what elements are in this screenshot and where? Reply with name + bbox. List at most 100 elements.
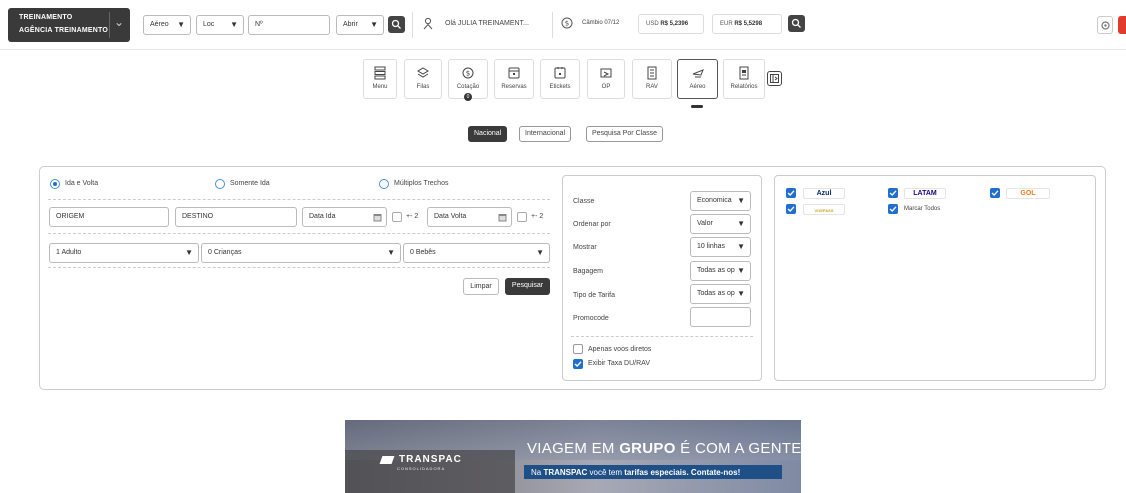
module-op[interactable]: OP	[587, 59, 625, 99]
svg-text:$: $	[466, 70, 470, 78]
trip-type-round-trip-radio[interactable]	[50, 179, 60, 189]
chevron-down-icon: ▼	[370, 20, 378, 29]
baggage-select[interactable]: Todas as op ▼	[690, 261, 751, 281]
module-menu[interactable]: Menu	[363, 59, 397, 99]
return-date-input[interactable]: Data Volta	[427, 207, 512, 227]
module-etickets[interactable]: Etickets	[540, 59, 580, 99]
check-icon	[889, 190, 897, 196]
user-greeting[interactable]: Olá JULIA TREINAMENT...	[445, 20, 529, 27]
trip-type-round-trip-label[interactable]: Ida e Volta	[65, 180, 98, 187]
trip-type-multi-city-label[interactable]: Múltiplos Trechos	[394, 180, 448, 187]
user-icon	[423, 17, 433, 30]
chevron-down-icon: ▼	[737, 196, 745, 205]
tab-internacional[interactable]: Internacional	[519, 126, 572, 142]
exchange-search-button[interactable]	[788, 15, 805, 32]
module-label: Reservas	[501, 84, 527, 90]
children-value: 0 Crianças	[208, 249, 242, 256]
airline-voepass-checkbox[interactable]	[786, 204, 796, 214]
children-select[interactable]: 0 Crianças ▼	[201, 243, 401, 263]
trip-type-one-way-radio[interactable]	[215, 179, 225, 189]
azul-logo: Azul	[803, 188, 845, 199]
calendar-icon[interactable]	[498, 213, 507, 222]
chevron-down-icon: ▼	[387, 248, 395, 257]
select-all-airlines-label[interactable]: Marcar Todos	[904, 206, 940, 212]
eur-rate-value: R$ 5,5298	[734, 21, 763, 27]
calendar-icon	[508, 67, 520, 79]
origin-input[interactable]: ORIGEM	[49, 207, 169, 227]
module-reservas[interactable]: Reservas	[494, 59, 534, 99]
direct-flights-checkbox[interactable]	[573, 344, 583, 354]
promocode-input[interactable]	[690, 307, 751, 327]
trip-type-multi-city-radio[interactable]	[379, 179, 389, 189]
search-icon	[391, 19, 401, 29]
airline-latam-checkbox[interactable]	[888, 188, 898, 198]
module-relatorios[interactable]: Relatórios	[723, 59, 765, 99]
expand-modules-button[interactable]	[767, 71, 782, 86]
chevron-down-icon: ▼	[230, 20, 238, 29]
tab-nacional[interactable]: Nacional	[468, 126, 508, 142]
chevron-down-icon: ▼	[737, 266, 745, 275]
agency-selector[interactable]: TREINAMENTO AGÊNCIA TREINAMENTO ⌄	[8, 8, 130, 42]
latam-logo: LATAM	[904, 188, 946, 199]
flex-dates-out-label: +- 2	[406, 213, 419, 220]
usd-rate: USD R$ 5,2396	[638, 14, 704, 34]
settings-button[interactable]	[1097, 16, 1113, 34]
chevron-down-icon: ▼	[536, 248, 544, 257]
departure-date-input[interactable]: Data Ida	[302, 207, 387, 227]
banner-sub-part: Na	[531, 468, 544, 477]
plane-icon	[692, 69, 704, 78]
babies-select[interactable]: 0 Bebês ▼	[403, 243, 550, 263]
currency-icon: $	[561, 17, 573, 29]
direct-flights-label[interactable]: Apenas voos diretos	[588, 346, 651, 353]
search-icon	[791, 18, 801, 28]
open-action-select[interactable]: Abrir ▼	[336, 15, 384, 35]
chevron-down-icon: ▼	[185, 248, 193, 257]
dollar-icon: $	[462, 67, 474, 79]
gol-logo: GOL	[1006, 188, 1050, 199]
flex-dates-back-label: +- 2	[531, 213, 544, 220]
clear-button[interactable]: Limpar	[463, 278, 499, 295]
product-select[interactable]: Aéreo ▼	[143, 15, 191, 35]
airline-azul-checkbox[interactable]	[786, 188, 796, 198]
chevron-down-icon[interactable]: ⌄	[114, 15, 124, 29]
fare-type-value: Todas as op	[697, 290, 735, 297]
trip-type-one-way-label[interactable]: Somente Ida	[230, 180, 270, 187]
document-icon	[647, 66, 657, 80]
calendar-icon[interactable]	[373, 213, 382, 222]
origin-placeholder: ORIGEM	[56, 213, 85, 220]
gear-icon	[1101, 21, 1110, 30]
record-number-placeholder: Nº	[255, 21, 263, 28]
ticket-icon	[554, 67, 566, 79]
divider	[552, 12, 553, 38]
banner-headline: VIAGEM EM GRUPO É COM A GENTE!	[527, 440, 801, 457]
adults-select[interactable]: 1 Adulto ▼	[49, 243, 199, 263]
show-select[interactable]: 10 linhas ▼	[690, 237, 751, 257]
class-select[interactable]: Economica ▼	[690, 191, 751, 211]
module-label: Filas	[416, 84, 430, 90]
flex-dates-back-checkbox[interactable]	[517, 212, 527, 222]
banner-sub-part: você tem	[587, 468, 625, 477]
loc-select[interactable]: Loc ▼	[196, 15, 244, 35]
class-label: Classe	[573, 198, 595, 205]
show-fee-checkbox[interactable]	[573, 359, 583, 369]
report-icon	[739, 66, 749, 80]
record-search-button[interactable]	[388, 16, 405, 33]
record-number-input[interactable]: Nº	[248, 15, 330, 35]
flex-dates-out-checkbox[interactable]	[392, 212, 402, 222]
banner-headline-part: É COM A GENTE!	[675, 440, 801, 457]
destination-input[interactable]: DESTINO	[175, 207, 297, 227]
select-all-airlines-checkbox[interactable]	[888, 204, 898, 214]
module-rav[interactable]: RAV	[632, 59, 672, 99]
search-button[interactable]: Pesquisar	[505, 278, 550, 295]
product-select-value: Aéreo	[150, 21, 169, 28]
airline-gol-checkbox[interactable]	[990, 188, 1000, 198]
promo-banner[interactable]: TRANSPAC CONSOLIDADORA VIAGEM EM GRUPO É…	[345, 420, 801, 493]
fare-type-select[interactable]: Todas as op ▼	[690, 284, 751, 304]
module-aereo[interactable]: Aéreo	[677, 59, 718, 99]
module-filas[interactable]: Filas	[404, 59, 442, 99]
check-icon	[574, 361, 582, 367]
order-select[interactable]: Valor ▼	[690, 214, 751, 234]
show-fee-label[interactable]: Exibir Taxa DU/RAV	[588, 360, 650, 367]
tab-pesquisa-por-classe[interactable]: Pesquisa Por Classe	[586, 126, 663, 142]
notification-button[interactable]	[1118, 16, 1126, 34]
